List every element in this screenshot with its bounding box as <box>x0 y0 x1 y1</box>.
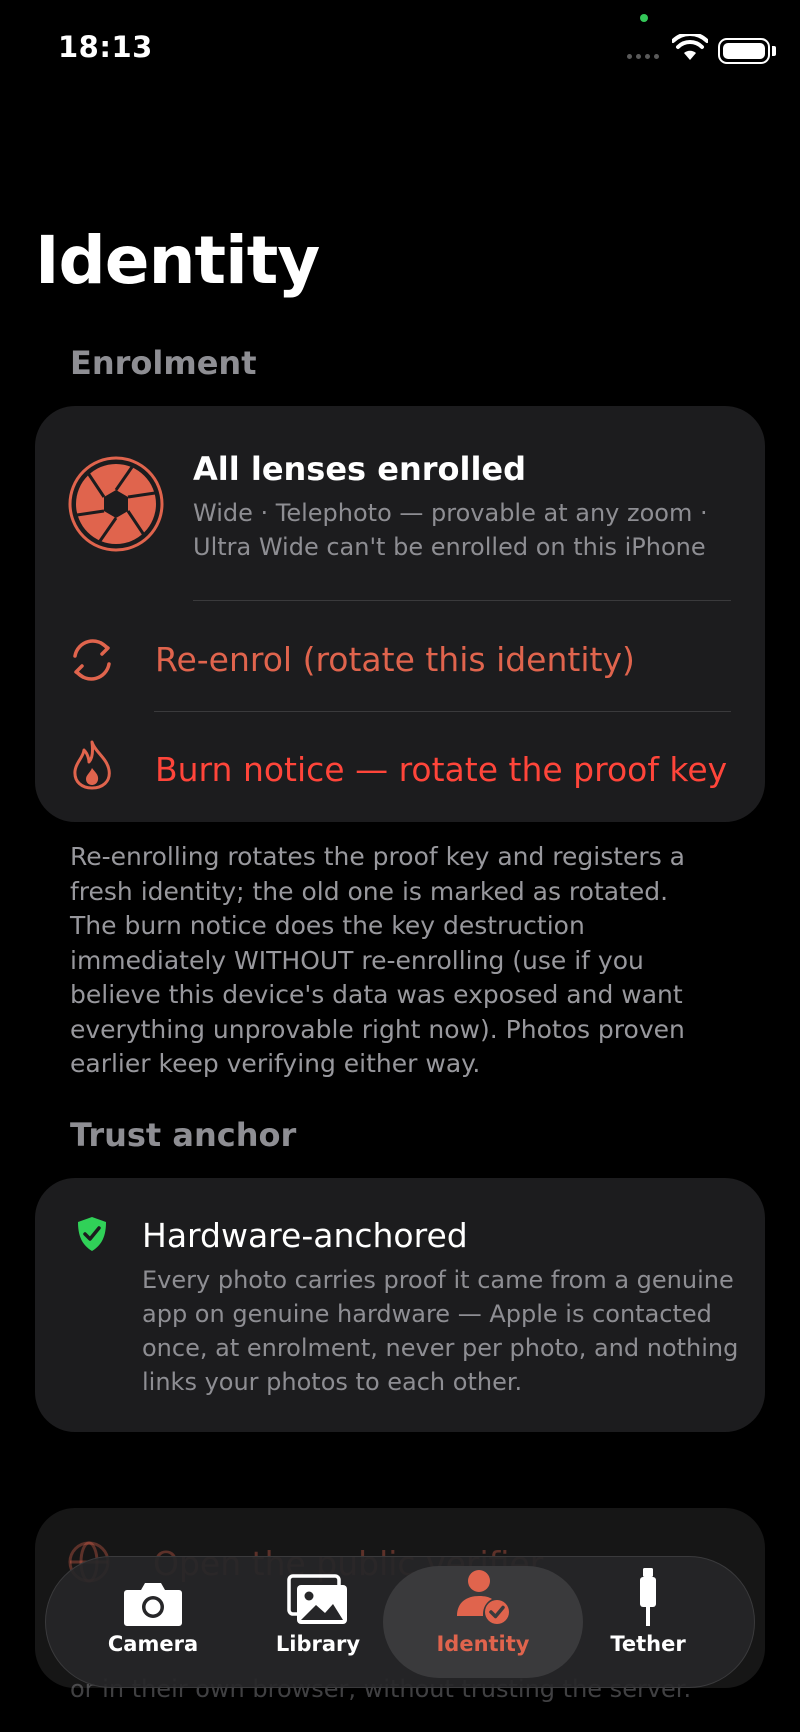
enrolment-status-title: All lenses enrolled <box>193 450 527 488</box>
divider <box>193 600 731 601</box>
flame-icon <box>73 740 111 790</box>
status-bar: 18:13 <box>0 0 800 100</box>
trust-anchor-description: Every photo carries proof it came from a… <box>142 1266 739 1396</box>
enrolment-section-header: Enrolment <box>70 344 257 382</box>
camera-icon <box>124 1583 182 1626</box>
tab-tether[interactable]: Tether <box>593 1566 703 1678</box>
enrolment-status-subtitle-line2: Ultra Wide can't be enrolled on this iPh… <box>193 533 706 561</box>
privacy-indicator-dot <box>640 14 648 22</box>
cellular-signal-icon <box>627 54 659 59</box>
reenrol-button[interactable]: Re-enrol (rotate this identity) <box>35 610 765 710</box>
tab-library[interactable]: Library <box>263 1566 373 1678</box>
aperture-icon <box>68 456 164 552</box>
tab-identity-label: Identity <box>436 1632 530 1656</box>
rotate-arrows-icon <box>73 639 111 681</box>
tab-camera[interactable]: Camera <box>98 1566 208 1678</box>
tab-identity[interactable]: Identity <box>428 1566 538 1678</box>
reenrol-label: Re-enrol (rotate this identity) <box>155 640 635 679</box>
battery-icon <box>718 38 770 64</box>
trust-anchor-section-header: Trust anchor <box>70 1116 297 1154</box>
status-time: 18:13 <box>58 30 153 64</box>
page-title: Identity <box>35 222 320 299</box>
person-checkmark-icon <box>457 1570 509 1624</box>
enrolment-footer-note: Re-enrolling rotates the proof key and r… <box>70 842 686 1078</box>
checkmark-shield-icon <box>78 1217 106 1251</box>
burn-notice-label: Burn notice — rotate the proof key <box>155 750 728 789</box>
wifi-icon <box>672 34 708 60</box>
tab-tether-label: Tether <box>610 1632 686 1656</box>
enrolment-status-subtitle-line1: Wide · Telephoto — provable at any zoom … <box>193 499 708 527</box>
trust-anchor-title: Hardware-anchored <box>142 1216 468 1255</box>
burn-notice-button[interactable]: Burn notice — rotate the proof key <box>35 712 765 822</box>
photo-library-icon <box>287 1574 347 1624</box>
tab-camera-label: Camera <box>107 1632 199 1656</box>
tab-library-label: Library <box>275 1632 361 1656</box>
cable-icon <box>640 1568 656 1626</box>
